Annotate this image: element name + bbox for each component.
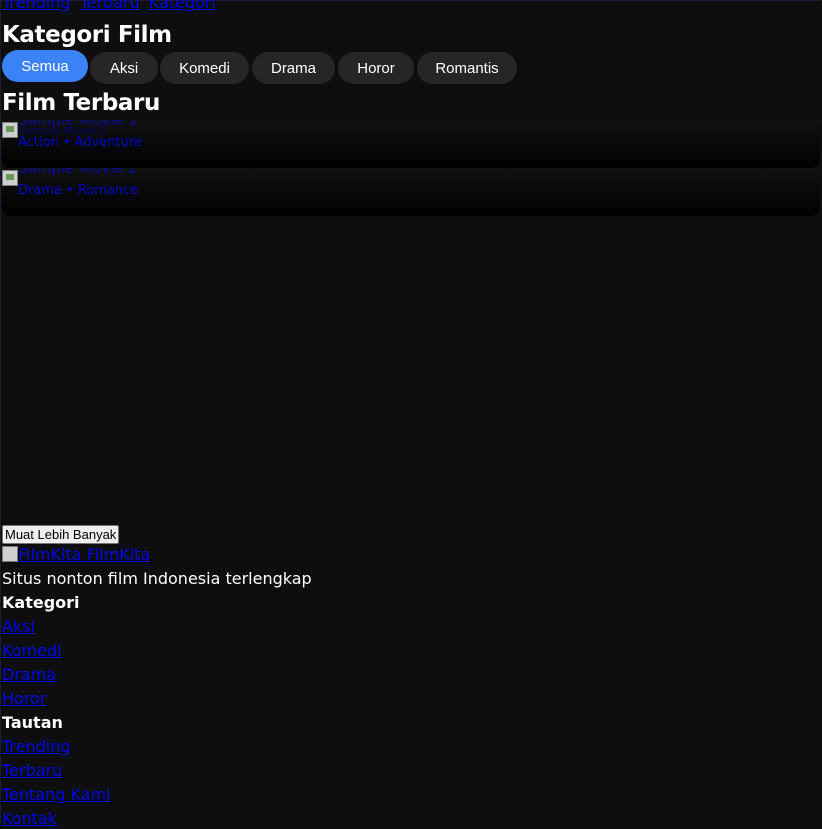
latest-heading: Film Terbaru: [2, 90, 160, 116]
logo-alt-text: FilmKita: [18, 545, 82, 564]
footer-tagline: Situs nonton film Indonesia terlengkap: [2, 569, 312, 588]
load-more-button[interactable]: Muat Lebih Banyak: [2, 525, 120, 544]
chip-semua[interactable]: Semua: [2, 50, 88, 82]
chip-aksi[interactable]: Aksi: [90, 52, 158, 84]
chip-horor[interactable]: Horor: [338, 52, 414, 84]
footer-link-aksi[interactable]: Aksi: [2, 617, 35, 637]
footer-categories-heading: Kategori: [2, 593, 80, 612]
top-nav: Trending Terbaru Kategori: [2, 0, 220, 12]
footer-link-drama[interactable]: Drama: [2, 665, 56, 685]
movie-title: Sample Movie 2: [18, 168, 138, 177]
logo-broken-image-icon: [2, 546, 18, 562]
footer-link-kontak[interactable]: Kontak: [2, 809, 57, 829]
category-heading: Kategori Film: [2, 22, 172, 48]
chip-komedi[interactable]: Komedi: [160, 52, 249, 84]
chip-romantis[interactable]: Romantis: [417, 52, 517, 84]
brand-name: FilmKita: [86, 545, 151, 564]
movie-poster-broken-image-icon: [2, 122, 18, 138]
footer-links-heading: Tautan: [2, 713, 63, 732]
movie-genres: Drama • Romance: [18, 183, 139, 198]
footer-link-tentang-kami[interactable]: Tentang Kami: [2, 785, 111, 805]
movie-genres: Action • Adventure: [18, 135, 142, 150]
movie-card[interactable]: Sample Movie 1 Sample Movie 1 Action • A…: [2, 120, 820, 168]
chip-drama[interactable]: Drama: [252, 52, 335, 84]
footer-link-terbaru[interactable]: Terbaru: [2, 761, 62, 781]
footer-brand-link[interactable]: FilmKita FilmKita: [2, 544, 150, 566]
footer-link-horor[interactable]: Horor: [2, 689, 46, 709]
nav-terbaru-link[interactable]: Terbaru: [80, 0, 140, 12]
nav-kategori-link[interactable]: Kategori: [149, 0, 216, 12]
movie-poster-broken-image-icon: [2, 170, 18, 186]
footer-link-trending[interactable]: Trending: [2, 737, 71, 757]
movie-card[interactable]: Sample Movie 2 Drama • Romance: [2, 168, 820, 216]
nav-trending-link[interactable]: Trending: [2, 0, 71, 12]
footer-link-komedi[interactable]: Komedi: [2, 641, 62, 661]
